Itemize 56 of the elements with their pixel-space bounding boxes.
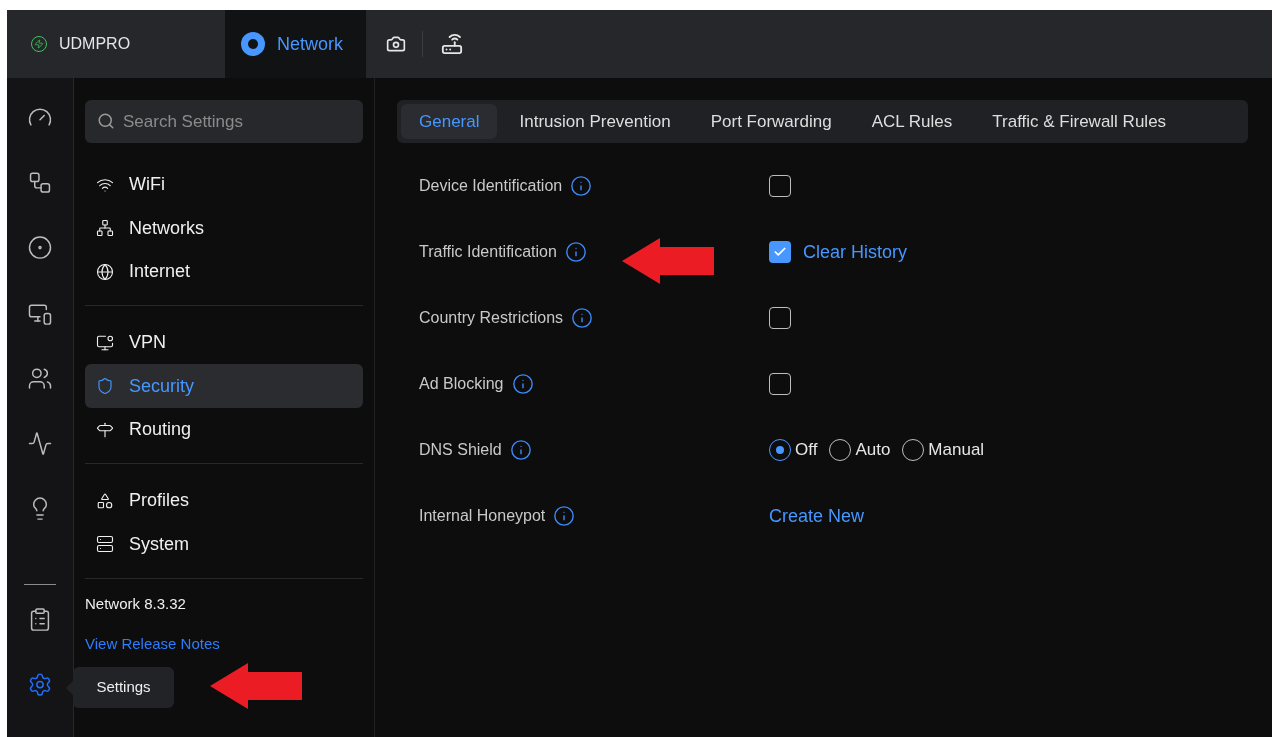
setting-label: Country Restrictions <box>419 308 564 328</box>
info-icon[interactable] <box>571 307 594 329</box>
router-icon[interactable] <box>439 33 465 55</box>
checkbox[interactable] <box>769 307 791 329</box>
network-icon <box>96 219 114 237</box>
shield-icon <box>96 377 114 395</box>
signpost-icon <box>96 420 114 439</box>
info-icon[interactable] <box>570 175 593 197</box>
setting-label: Traffic Identification <box>419 242 557 262</box>
release-notes-link[interactable]: View Release Notes <box>85 633 220 656</box>
target-icon[interactable] <box>27 235 53 261</box>
info-icon[interactable] <box>564 241 587 263</box>
tab[interactable]: Intrusion Prevention <box>501 104 689 139</box>
users-icon[interactable] <box>27 365 53 392</box>
waveform-icon[interactable] <box>27 431 53 457</box>
sidebar-item[interactable]: Security <box>85 364 363 408</box>
sidebar-item[interactable]: VPN <box>85 320 363 365</box>
sidebar-item[interactable]: WiFi <box>85 162 363 207</box>
app-tab[interactable]: Network <box>225 10 366 78</box>
setting-label: Ad Blocking <box>419 374 504 394</box>
sidebar-item[interactable]: Profiles <box>85 478 363 523</box>
console-name: UDMPRO <box>59 34 131 54</box>
globe-icon <box>96 262 114 281</box>
setting-label: Device Identification <box>419 176 563 196</box>
server-icon <box>96 535 114 553</box>
info-icon[interactable] <box>511 373 534 395</box>
monitor-icon <box>96 333 114 352</box>
tab[interactable]: Traffic & Firewall Rules <box>974 104 1185 139</box>
sidebar-item[interactable]: Routing <box>85 407 363 452</box>
sidebar-item[interactable]: Internet <box>85 249 363 294</box>
radio-label: Manual <box>928 439 985 462</box>
checkbox[interactable] <box>769 175 791 197</box>
version-label: Network 8.3.32 <box>85 593 186 614</box>
check-icon <box>773 245 787 259</box>
tab[interactable]: ACL Rules <box>853 104 971 139</box>
tooltip: Settings <box>73 667 174 708</box>
checkbox[interactable] <box>769 241 791 263</box>
setting-label: Internal Honeypot <box>419 506 546 526</box>
setting-label: DNS Shield <box>419 440 502 460</box>
info-icon[interactable] <box>509 439 532 461</box>
settings-icon[interactable] <box>27 671 53 697</box>
shapes-icon <box>96 491 114 510</box>
checkbox[interactable] <box>769 373 791 395</box>
radio-label: Off <box>795 439 818 462</box>
sidebar-item[interactable]: System <box>85 522 363 566</box>
radio-label: Auto <box>855 439 891 462</box>
sidebar-item[interactable]: Networks <box>85 206 363 250</box>
target-icon <box>241 32 265 56</box>
workflow-icon[interactable] <box>27 170 53 196</box>
search-field[interactable]: Search Settings <box>85 100 363 143</box>
tab[interactable]: Port Forwarding <box>692 104 850 139</box>
search-icon <box>97 112 115 130</box>
info-icon[interactable] <box>553 505 576 527</box>
create-new-link[interactable]: Create New <box>769 502 865 530</box>
clear-history-link[interactable]: Clear History <box>803 238 908 266</box>
tab[interactable]: General <box>401 104 498 139</box>
